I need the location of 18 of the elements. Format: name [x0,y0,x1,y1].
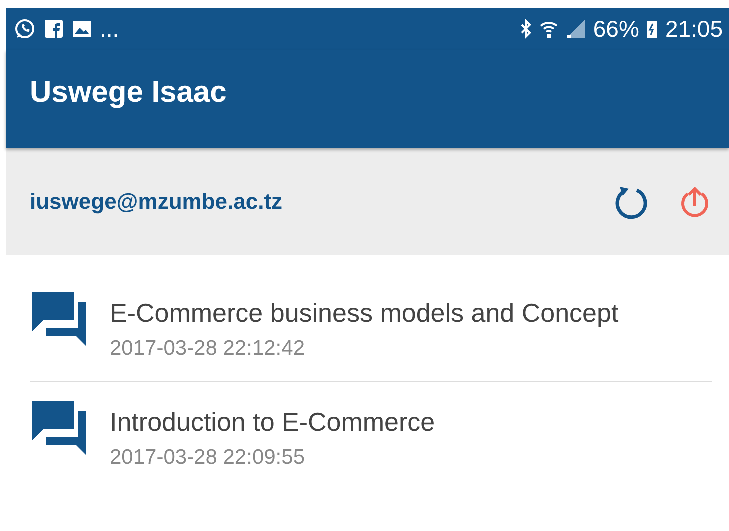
chat-icon [30,290,88,348]
signal-icon [566,19,586,39]
account-email: iuswege@mzumbe.ac.tz [30,188,284,214]
battery-percentage: 66% [593,16,640,42]
facebook-icon [44,19,64,39]
image-icon [72,20,92,38]
bluetooth-icon [520,19,532,39]
topic-date: 2017-03-28 22:12:42 [110,336,306,360]
whatsapp-icon [14,18,36,40]
topic-date: 2017-03-28 22:09:55 [110,446,306,470]
more-notifications: ... [100,16,120,42]
battery-icon [646,19,658,39]
clock: 21:05 [665,16,723,42]
chat-icon [30,399,88,457]
topic-title[interactable]: E-Commerce business models and Concept [110,298,619,328]
topic-title[interactable]: Introduction to E-Commerce [110,406,436,438]
app-title: Uswege Isaac [30,76,227,110]
wifi-icon [539,19,560,39]
